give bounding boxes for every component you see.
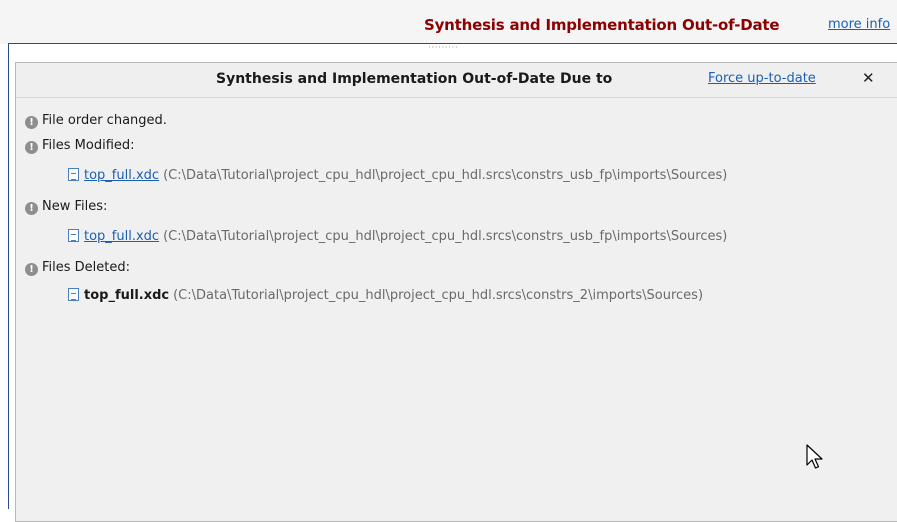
file-icon bbox=[68, 229, 79, 242]
file-path: (C:\Data\Tutorial\project_cpu_hdl\projec… bbox=[163, 229, 728, 244]
list-item: top_full.xdc (C:\Data\Tutorial\project_cp… bbox=[68, 167, 727, 185]
info-icon: ! bbox=[25, 116, 38, 129]
file-link[interactable]: top_full.xdc bbox=[84, 168, 159, 183]
info-icon: ! bbox=[25, 202, 38, 215]
file-icon bbox=[68, 168, 79, 181]
info-icon: ! bbox=[25, 141, 38, 154]
message-files-modified: ! Files Modified: bbox=[25, 137, 135, 155]
message-label: Files Modified: bbox=[42, 138, 135, 153]
file-link[interactable]: top_full.xdc bbox=[84, 229, 159, 244]
list-item: top_full.xdc (C:\Data\Tutorial\project_cp… bbox=[68, 228, 727, 246]
banner-title: Synthesis and Implementation Out-of-Date bbox=[424, 16, 780, 34]
status-banner: Synthesis and Implementation Out-of-Date… bbox=[0, 0, 897, 44]
message-label: Files Deleted: bbox=[42, 260, 131, 275]
message-label: File order changed. bbox=[42, 113, 167, 128]
message-label: New Files: bbox=[42, 199, 108, 214]
popup-header: Synthesis and Implementation Out-of-Date… bbox=[16, 63, 897, 98]
info-icon: ! bbox=[25, 263, 38, 276]
message-new-files: ! New Files: bbox=[25, 198, 107, 216]
file-name: top_full.xdc bbox=[84, 288, 170, 303]
banner-left-border bbox=[8, 43, 9, 509]
list-item: top_full.xdc (C:\Data\Tutorial\project_cp… bbox=[68, 287, 703, 305]
file-path: (C:\Data\Tutorial\project_cpu_hdl\projec… bbox=[163, 168, 728, 183]
more-info-link[interactable]: more info bbox=[828, 17, 890, 32]
force-up-to-date-link[interactable]: Force up-to-date bbox=[708, 71, 816, 86]
file-icon bbox=[68, 288, 79, 301]
banner-divider bbox=[8, 43, 897, 44]
close-icon[interactable]: ✕ bbox=[862, 69, 875, 87]
message-file-order: ! File order changed. bbox=[25, 112, 167, 130]
resize-grip[interactable]: ········· bbox=[428, 45, 488, 51]
mouse-pointer-icon bbox=[806, 444, 823, 469]
file-path: (C:\Data\Tutorial\project_cpu_hdl\projec… bbox=[173, 288, 704, 303]
message-files-deleted: ! Files Deleted: bbox=[25, 259, 130, 277]
popup-title: Synthesis and Implementation Out-of-Date… bbox=[216, 71, 613, 87]
